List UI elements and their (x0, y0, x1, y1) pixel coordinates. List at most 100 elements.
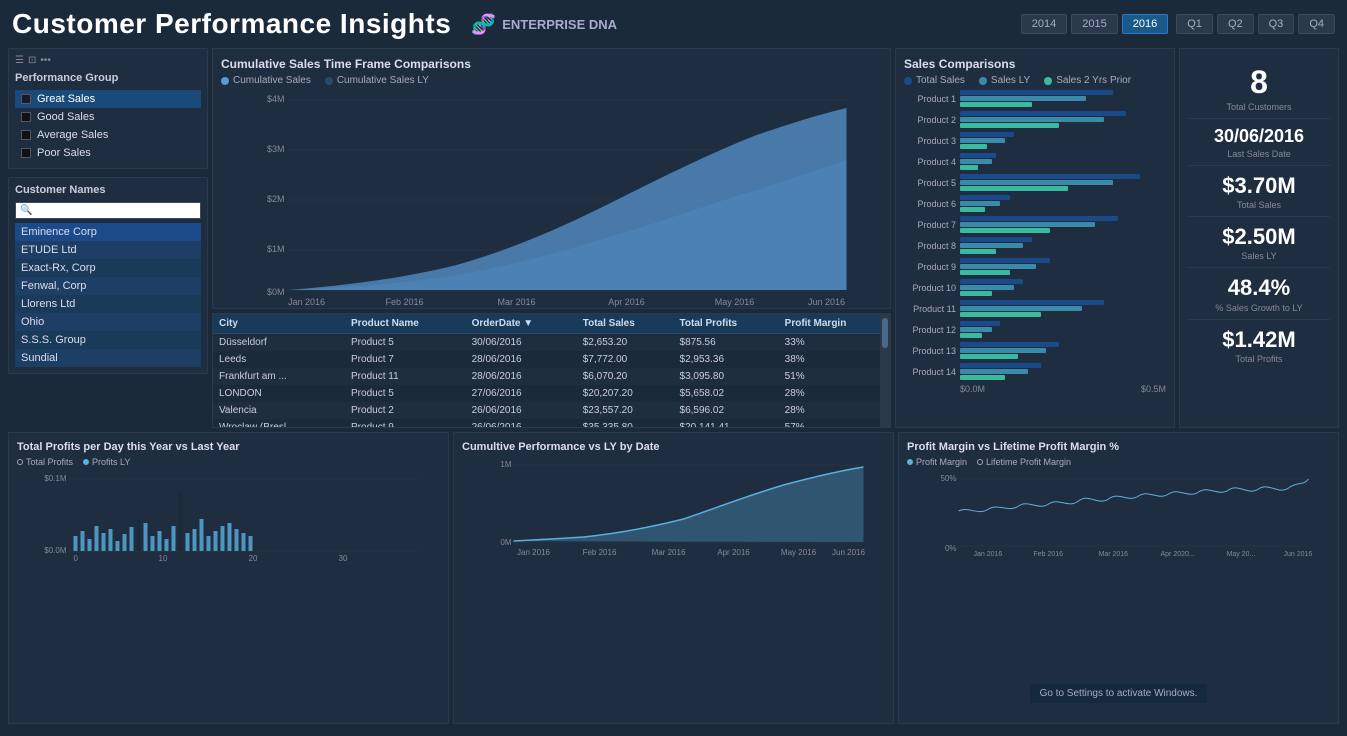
line-pm (959, 479, 1309, 512)
bar-total (960, 216, 1118, 221)
table-cell: Product 2 (345, 402, 466, 419)
profits-day-title: Total Profits per Day this Year vs Last … (17, 441, 440, 453)
svg-text:Jun 2016: Jun 2016 (808, 297, 845, 307)
customer-llorens[interactable]: Llorens Ltd (15, 295, 201, 313)
profit-margin-panel: Profit Margin vs Lifetime Profit Margin … (898, 432, 1339, 724)
sales-comp-legend: Total Sales Sales LY Sales 2 Yrs Prior (904, 75, 1166, 86)
sales-comp-x-axis: $0.0M $0.5M (904, 384, 1166, 394)
q2-button[interactable]: Q2 (1217, 14, 1254, 34)
perf-item-good-sales[interactable]: Good Sales (15, 108, 201, 126)
table-cell: Leeds (213, 351, 345, 368)
kpi-profits-value: $1.42M (1192, 328, 1326, 352)
table-cell: $6,070.20 (577, 368, 674, 385)
svg-text:Feb 2016: Feb 2016 (385, 297, 423, 307)
legend-label-sales: Cumulative Sales (233, 75, 311, 86)
legend-dot-sales (221, 77, 229, 85)
bar-total (960, 258, 1050, 263)
table-cell: Product 9 (345, 419, 466, 428)
year-2016-button[interactable]: 2016 (1122, 14, 1168, 34)
perf-label-poor-sales: Poor Sales (37, 147, 91, 159)
bar-chart-row: Product 7 (904, 216, 1166, 233)
table-cell: $23,557.20 (577, 402, 674, 419)
col-total-profits[interactable]: Total Profits (674, 314, 779, 334)
q4-button[interactable]: Q4 (1298, 14, 1335, 34)
customer-eminence-corp[interactable]: Eminence Corp (15, 223, 201, 241)
customer-names-panel: Customer Names 🔍 Eminence Corp ETUDE Ltd… (8, 177, 208, 374)
dot-lpm (977, 459, 983, 465)
bar-2yr (960, 186, 1068, 191)
bar-label: Product 14 (904, 367, 956, 377)
customer-search-input[interactable] (34, 205, 196, 216)
logo: 🧬 ENTERPRISE DNA (471, 12, 617, 37)
svg-text:Jan 2016: Jan 2016 (517, 548, 550, 557)
table-cell: Wroclaw (Bresl... (213, 419, 345, 428)
svg-text:May 2016: May 2016 (715, 297, 755, 307)
perf-label-good-sales: Good Sales (37, 111, 94, 123)
customer-sundial[interactable]: Sundial (15, 349, 201, 367)
customer-exact-rx[interactable]: Exact-Rx, Corp (15, 259, 201, 277)
perf-item-great-sales[interactable]: Great Sales (15, 90, 201, 108)
bar-ly (960, 96, 1086, 101)
kpi-total-customers: 8 Total Customers (1188, 59, 1330, 119)
col-total-sales[interactable]: Total Sales (577, 314, 674, 334)
col-orderdate[interactable]: OrderDate ▼ (466, 314, 577, 334)
bar-total (960, 300, 1104, 305)
bar-label: Product 4 (904, 157, 956, 167)
table-cell: Frankfurt am ... (213, 368, 345, 385)
col-city[interactable]: City (213, 314, 345, 334)
col-product[interactable]: Product Name (345, 314, 466, 334)
svg-text:Feb 2016: Feb 2016 (583, 548, 617, 557)
customer-ohio[interactable]: Ohio (15, 313, 201, 331)
bar-group (960, 258, 1166, 275)
bar-total (960, 279, 1023, 284)
customer-fenwal[interactable]: Fenwal, Corp (15, 277, 201, 295)
bar-2yr (960, 312, 1041, 317)
bar-label: Product 12 (904, 325, 956, 335)
table-row: Frankfurt am ...Product 1128/06/2016$6,0… (213, 368, 890, 385)
customer-etude-ltd[interactable]: ETUDE Ltd (15, 241, 201, 259)
area-sales (289, 108, 847, 290)
table-scrollbar[interactable] (880, 314, 890, 427)
perf-item-average-sales[interactable]: Average Sales (15, 126, 201, 144)
kpi-profits-label: Total Profits (1192, 354, 1326, 364)
col-profit-margin[interactable]: Profit Margin (779, 314, 890, 334)
checkbox-average-sales (21, 130, 31, 140)
table-cell: 26/06/2016 (466, 419, 577, 428)
svg-text:10: 10 (159, 554, 168, 563)
svg-text:Apr 2016: Apr 2016 (717, 548, 750, 557)
bar-chart-row: Product 1 (904, 90, 1166, 107)
menu-icon[interactable]: ☰ (15, 55, 24, 66)
year-controls: 2014 2015 2016 (1021, 14, 1168, 34)
bar-group (960, 195, 1166, 212)
x-label-0: $0.0M (960, 384, 985, 394)
table-cell: Product 5 (345, 334, 466, 352)
q1-button[interactable]: Q1 (1176, 14, 1213, 34)
bar-2yr (960, 123, 1059, 128)
cumulative-perf-panel: Cumultive Performance vs LY by Date 1M 0… (453, 432, 894, 724)
label-ly: Sales LY (991, 75, 1030, 86)
perf-item-poor-sales[interactable]: Poor Sales (15, 144, 201, 162)
customer-list: Eminence Corp ETUDE Ltd Exact-Rx, Corp F… (15, 223, 201, 367)
legend-total-profits: Total Profits (17, 457, 73, 467)
year-2014-button[interactable]: 2014 (1021, 14, 1067, 34)
bar-group (960, 90, 1166, 107)
checkbox-great-sales (21, 94, 31, 104)
performance-group-label: Performance Group (15, 72, 201, 84)
dna-icon: 🧬 (471, 12, 496, 37)
perf-label-average-sales: Average Sales (37, 129, 108, 141)
year-2015-button[interactable]: 2015 (1071, 14, 1117, 34)
bar-ly (960, 264, 1036, 269)
more-icon[interactable]: ••• (40, 55, 51, 66)
bar-label: Product 3 (904, 136, 956, 146)
window-icon[interactable]: ⊡ (28, 55, 36, 66)
customer-sss-group[interactable]: S.S.S. Group (15, 331, 201, 349)
bar-label: Product 10 (904, 283, 956, 293)
customer-search-box[interactable]: 🔍 (15, 202, 201, 219)
checkbox-poor-sales (21, 148, 31, 158)
bar-chart: Product 1Product 2Product 3Product 4Prod… (904, 90, 1166, 380)
table-row: DüsseldorfProduct 530/06/2016$2,653.20$8… (213, 334, 890, 352)
bar-total (960, 237, 1032, 242)
main-grid: ☰ ⊡ ••• Performance Group Great Sales Go… (0, 44, 1347, 728)
q3-button[interactable]: Q3 (1258, 14, 1295, 34)
bottom-row: Total Profits per Day this Year vs Last … (8, 432, 1339, 724)
